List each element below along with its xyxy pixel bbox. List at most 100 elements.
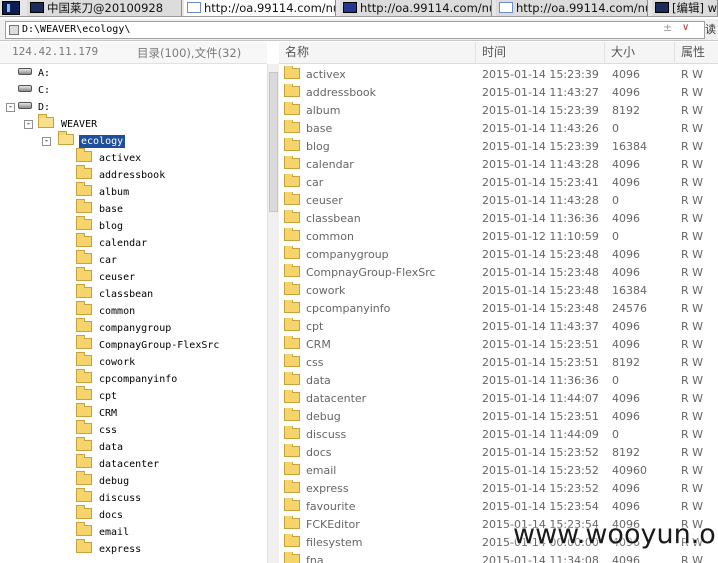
tree-folder[interactable]: common [76, 301, 137, 320]
folder-icon [284, 552, 300, 563]
file-attr: R W [681, 410, 704, 423]
tab-3[interactable]: http://oa.99114.com/nul... [496, 0, 648, 16]
tree-folder[interactable]: ceuser [76, 267, 137, 286]
file-time: 2015-01-14 15:23:48 [482, 302, 599, 315]
tree-folder[interactable]: CompnayGroup-FlexSrc [76, 335, 221, 354]
file-row[interactable]: car 2015-01-14 15:23:41 4096 R W [279, 174, 718, 192]
file-row[interactable]: activex 2015-01-14 15:23:39 4096 R W [279, 66, 718, 84]
file-row[interactable]: CompnayGroup-FlexSrc 2015-01-14 15:23:48 4… [279, 264, 718, 282]
app-logo-icon[interactable] [2, 1, 20, 15]
page-icon [187, 2, 201, 13]
folder-icon [76, 233, 92, 247]
file-time: 2015-01-14 15:23:48 [482, 248, 599, 261]
tree-drive[interactable]: A: [18, 65, 52, 82]
file-attr: R W [681, 320, 704, 333]
tree-label: express [99, 544, 142, 555]
file-row[interactable]: favourite 2015-01-14 15:23:54 4096 R W [279, 498, 718, 516]
file-row[interactable]: companygroup 2015-01-14 15:23:48 4096 R W [279, 246, 718, 264]
file-row[interactable]: cpcompanyinfo 2015-01-14 15:23:48 24576 R W [279, 300, 718, 318]
collapse-toggle-icon[interactable]: - [24, 120, 33, 129]
tab-label: http://oa.99114.com/nul... [204, 1, 335, 15]
file-row[interactable]: calendar 2015-01-14 11:43:28 4096 R W [279, 156, 718, 174]
file-attr: R W [681, 554, 704, 563]
folder-icon [38, 114, 54, 128]
folder-icon [284, 390, 300, 403]
tree-folder[interactable]: express [76, 539, 143, 558]
file-name-cell: base [284, 120, 476, 137]
path-input[interactable]: D:\WEAVER\ecology\ [5, 21, 705, 39]
file-row[interactable]: album 2015-01-14 15:23:39 8192 R W [279, 102, 718, 120]
file-row[interactable]: addressbook 2015-01-14 11:43:27 4096 R W [279, 84, 718, 102]
tab-2[interactable]: http://oa.99114.com/nul... [340, 0, 492, 16]
file-row[interactable]: ceuser 2015-01-14 11:43:28 0 R W [279, 192, 718, 210]
tab-4[interactable]: [编辑] we [652, 0, 718, 16]
file-time: 2015-01-12 11:10:59 [482, 230, 599, 243]
file-time: 2015-01-14 15:23:52 [482, 446, 599, 459]
file-name-cell: classbean [284, 210, 476, 227]
file-row[interactable]: CRM 2015-01-14 15:23:51 4096 R W [279, 336, 718, 354]
file-row[interactable]: base 2015-01-14 11:43:26 0 R W [279, 120, 718, 138]
file-name: addressbook [306, 86, 377, 99]
scrollbar-thumb[interactable] [269, 72, 278, 212]
file-row[interactable]: email 2015-01-14 15:23:52 40960 R W [279, 462, 718, 480]
file-row[interactable]: fna 2015-01-14 11:34:08 4096 R W [279, 552, 718, 563]
file-row[interactable]: docs 2015-01-14 15:23:52 8192 R W [279, 444, 718, 462]
tree-folder[interactable]: discuss [76, 488, 143, 507]
file-time: 2015-01-14 15:23:51 [482, 410, 599, 423]
column-name[interactable]: 名称 [279, 42, 476, 64]
tab-label: 中国莱刀@20100928 [47, 1, 164, 15]
file-name-cell: companygroup [284, 246, 476, 263]
file-size: 4096 [612, 482, 640, 495]
folder-icon [76, 420, 92, 434]
tab-0[interactable]: 中国莱刀@20100928 [27, 0, 182, 16]
file-size: 0 [612, 194, 619, 207]
read-button[interactable]: 读 [705, 21, 718, 39]
tree-folder[interactable]: addressbook [76, 165, 167, 184]
tree-folder[interactable]: activex [76, 148, 143, 167]
tree-folder[interactable]: datacenter [76, 454, 161, 473]
file-row[interactable]: datacenter 2015-01-14 11:44:07 4096 R W [279, 390, 718, 408]
file-name: fna [306, 554, 324, 563]
file-row[interactable]: css 2015-01-14 15:23:51 8192 R W [279, 354, 718, 372]
file-row[interactable]: discuss 2015-01-14 11:44:09 0 R W [279, 426, 718, 444]
chevron-down-icon[interactable]: ∨ [682, 22, 689, 33]
expand-icon[interactable]: ± [663, 21, 672, 34]
file-row[interactable]: data 2015-01-14 11:36:36 0 R W [279, 372, 718, 390]
file-row[interactable]: cowork 2015-01-14 15:23:48 16384 R W [279, 282, 718, 300]
tree-folder[interactable]: WEAVER [38, 114, 99, 133]
tree-folder[interactable]: cpcompanyinfo [76, 369, 179, 388]
collapse-toggle-icon[interactable]: - [6, 103, 15, 112]
column-attr[interactable]: 属性 [675, 42, 718, 64]
file-row[interactable]: blog 2015-01-14 15:23:39 16384 R W [279, 138, 718, 156]
tree-folder[interactable]: ecology [58, 131, 126, 150]
file-attr: R W [681, 392, 704, 405]
tree-label: C: [38, 85, 51, 96]
file-name: css [306, 356, 324, 369]
tree-folder[interactable]: companygroup [76, 318, 173, 337]
file-name: blog [306, 140, 330, 153]
tree-folder[interactable]: cowork [76, 352, 137, 371]
folder-icon [76, 488, 92, 502]
tree-drive[interactable]: C: [18, 82, 52, 99]
file-attr: R W [681, 302, 704, 315]
file-row[interactable]: express 2015-01-14 15:23:52 4096 R W [279, 480, 718, 498]
folder-icon [284, 426, 300, 439]
file-row[interactable]: common 2015-01-12 11:10:59 0 R W [279, 228, 718, 246]
tree-folder[interactable]: classbean [76, 284, 155, 303]
file-row[interactable]: debug 2015-01-14 15:23:51 4096 R W [279, 408, 718, 426]
folder-icon [76, 148, 92, 162]
file-row[interactable]: cpt 2015-01-14 11:43:37 4096 R W [279, 318, 718, 336]
tab-1[interactable]: http://oa.99114.com/nul... [184, 0, 336, 16]
column-time[interactable]: 时间 [476, 42, 605, 64]
file-attr: R W [681, 446, 704, 459]
tree-folder[interactable]: calendar [76, 233, 149, 252]
collapse-toggle-icon[interactable]: - [42, 137, 51, 146]
file-attr: R W [681, 266, 704, 279]
folder-icon [284, 102, 300, 115]
file-name: common [306, 230, 354, 243]
folder-icon [284, 408, 300, 421]
folder-icon [284, 228, 300, 241]
tree-scrollbar[interactable] [267, 64, 279, 563]
file-row[interactable]: classbean 2015-01-14 11:36:36 4096 R W [279, 210, 718, 228]
column-size[interactable]: 大小 [605, 42, 675, 64]
